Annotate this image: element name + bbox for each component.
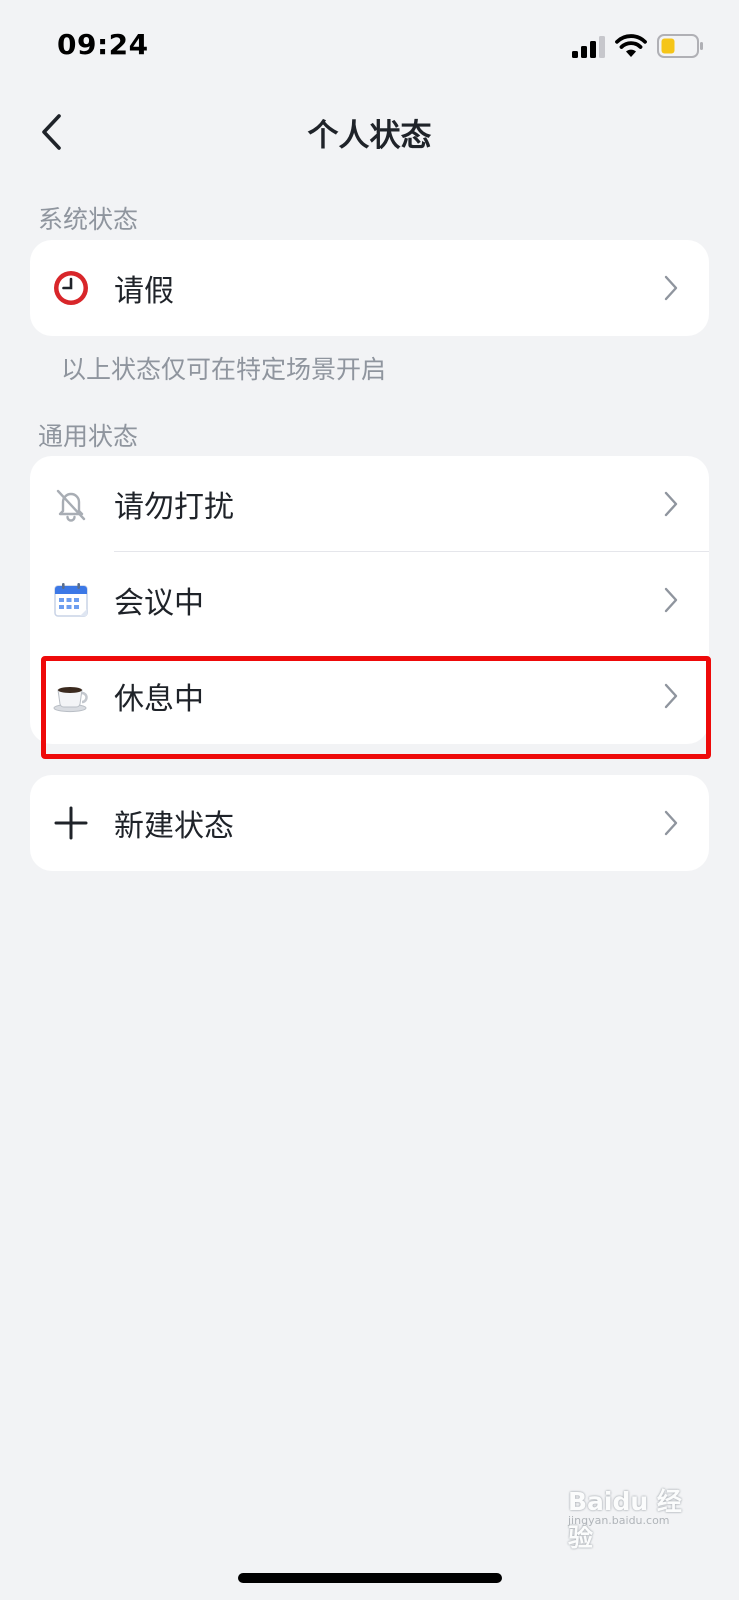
bell-off-icon <box>56 489 86 522</box>
chevron-right-icon <box>664 683 678 709</box>
home-indicator[interactable] <box>238 1573 502 1583</box>
section-label-general: 通用状态 <box>38 422 139 451</box>
chevron-right-icon <box>664 491 678 517</box>
coffee-cup-icon <box>53 687 88 713</box>
new-status-card: 新建状态 <box>30 775 709 871</box>
chevron-right-icon <box>664 587 678 613</box>
chevron-right-icon <box>664 810 678 836</box>
cellular-signal-icon <box>572 36 605 58</box>
status-time: 09:24 <box>57 28 149 61</box>
status-item-label: 请假 <box>114 274 174 309</box>
battery-icon <box>657 34 703 58</box>
status-bar: 09:24 <box>0 0 739 92</box>
status-item-label: 请勿打扰 <box>114 490 234 525</box>
general-status-card: 请勿打扰 会议中 休息中 <box>30 456 709 744</box>
new-status-label: 新建状态 <box>114 809 234 844</box>
personal-status-screen: 09:24 个人状态 系统状态 请假 以上状态仅可在特定场景开启 通用状态 请勿… <box>0 0 739 1600</box>
status-item-label: 会议中 <box>114 586 204 621</box>
baidu-watermark: Baidu 经验 jingyan.baidu.com <box>568 1468 700 1552</box>
plus-icon <box>54 806 88 840</box>
status-item-in-meeting[interactable]: 会议中 <box>30 552 709 648</box>
status-item-leave[interactable]: 请假 <box>30 240 709 336</box>
new-status-button[interactable]: 新建状态 <box>30 775 709 871</box>
nav-bar: 个人状态 <box>0 92 739 172</box>
calendar-icon <box>54 583 88 617</box>
status-item-on-break[interactable]: 休息中 <box>30 648 709 744</box>
clock-icon <box>54 271 88 305</box>
wifi-icon <box>615 34 647 57</box>
status-item-label: 休息中 <box>114 682 204 717</box>
system-status-card: 请假 <box>30 240 709 336</box>
chevron-right-icon <box>664 275 678 301</box>
system-status-hint: 以上状态仅可在特定场景开启 <box>61 355 387 384</box>
status-item-do-not-disturb[interactable]: 请勿打扰 <box>30 456 709 552</box>
watermark-url: jingyan.baidu.com <box>568 1514 670 1527</box>
section-label-system: 系统状态 <box>38 205 139 234</box>
page-title: 个人状态 <box>307 118 432 154</box>
